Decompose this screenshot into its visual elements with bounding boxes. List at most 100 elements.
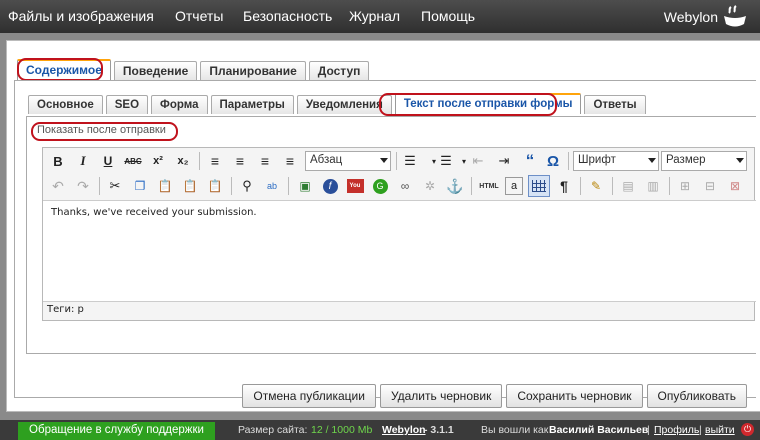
toolbar-separator [612,177,613,195]
toolbar-row-2: ↶ ↷ ✂ ❐ 📋 📋 📋 ⚲ ab ▣ f You G ∞ ✲ ⚓ HTML … [43,174,756,198]
tab-basic[interactable]: Основное [28,95,103,114]
menu-security[interactable]: Безопасность [243,8,332,24]
delete-draft-button[interactable]: Удалить черновик [379,384,503,408]
align-left-icon[interactable]: ≡ [205,151,225,171]
undo-icon[interactable]: ↶ [48,176,68,196]
insert-row-icon[interactable]: ⊞ [675,176,695,196]
footer-separator: | [647,424,650,436]
outdent-icon[interactable]: ⇤ [468,151,488,171]
blockquote-icon[interactable]: “ [520,151,540,171]
menu-reports[interactable]: Отчеты [175,8,223,24]
font-select[interactable]: Шрифт [573,151,659,171]
cut-icon[interactable]: ✂ [105,176,125,196]
paste-text-icon[interactable]: 📋 [180,176,200,196]
top-menu-bar: Файлы и изображения Отчеты Безопасность … [0,0,760,33]
toolbar-separator [471,177,472,195]
italic-icon[interactable]: I [73,151,93,171]
tab-form[interactable]: Форма [151,95,208,114]
power-icon[interactable]: ⏻ [741,423,754,436]
bullet-list-icon[interactable]: ☰ [400,151,420,171]
show-blocks-icon[interactable]: ¶ [554,176,574,196]
toolbar-row-1: B I U ABC x² x₂ ≡ ≡ ≡ ≡ Абзац ☰ ▾ ☰ ▾ ⇤ … [43,149,756,173]
link-icon[interactable]: ∞ [395,176,415,196]
toolbar-separator [580,177,581,195]
toolbar-separator [99,177,100,195]
paste-word-icon[interactable]: 📋 [205,176,225,196]
profile-link[interactable]: Профиль [654,424,699,436]
replace-icon[interactable]: ab [262,176,282,196]
spellcheck-icon[interactable]: a [505,177,523,195]
numbered-list-icon[interactable]: ☰ [436,151,456,171]
embed-media-icon[interactable]: G [370,176,390,196]
delete-row-icon[interactable]: ⊠ [725,176,745,196]
align-justify-icon[interactable]: ≡ [280,151,300,171]
paste-icon[interactable]: 📋 [155,176,175,196]
size-select[interactable]: Размер [661,151,747,171]
menu-files[interactable]: Файлы и изображения [8,8,154,24]
save-draft-button[interactable]: Сохранить черновик [506,384,643,408]
unpublish-button[interactable]: Отмена публикации [242,384,376,408]
format-select-value: Абзац [310,154,343,166]
image-icon[interactable]: ▣ [295,176,315,196]
editor-path-bar: Теги: p [47,304,84,315]
logout-link[interactable]: выйти [705,424,735,436]
redo-icon[interactable]: ↷ [73,176,93,196]
table-icon[interactable] [528,175,550,197]
format-select[interactable]: Абзац [305,151,391,171]
action-buttons: Отмена публикации Удалить черновик Сохра… [242,384,747,408]
editor-content-area[interactable]: Thanks, we've received your submission. [43,200,756,302]
underline-icon[interactable]: U [98,151,118,171]
toolbar-separator [669,177,670,195]
find-icon[interactable]: ⚲ [237,176,257,196]
logged-in-label: Вы вошли как [481,424,549,436]
toolbar-separator [199,152,200,170]
toolbar-separator [568,152,569,170]
highlight-ring [17,58,103,81]
strikethrough-icon[interactable]: ABC [123,151,143,171]
font-select-value: Шрифт [578,154,616,166]
tab-planning[interactable]: Планирование [200,61,306,80]
webylon-link[interactable]: Webylon [382,424,426,436]
tab-parameters[interactable]: Параметры [210,95,294,114]
edit-icon[interactable]: ✎ [586,176,606,196]
toolbar-separator [396,152,397,170]
toolbar-separator [288,177,289,195]
toolbar-separator [231,177,232,195]
tab-behavior[interactable]: Поведение [113,61,198,80]
highlight-ring [31,122,178,141]
tab-notifications[interactable]: Уведомления [296,95,392,114]
publish-button[interactable]: Опубликовать [646,384,747,408]
insert-column-icon[interactable]: ⊟ [700,176,720,196]
copy-icon[interactable]: ❐ [130,176,150,196]
menu-journal[interactable]: Журнал [349,8,400,24]
html-source-icon[interactable]: HTML [477,176,501,196]
anchor-icon[interactable]: ⚓ [445,176,465,196]
unlink-icon[interactable]: ✲ [420,176,440,196]
editor-text: Thanks, we've received your submission. [51,207,257,218]
align-center-icon[interactable]: ≡ [230,151,250,171]
align-right-icon[interactable]: ≡ [255,151,275,171]
size-select-value: Размер [666,154,706,166]
brand-logo: Webylon [664,4,748,30]
html-editor: B I U ABC x² x₂ ≡ ≡ ≡ ≡ Абзац ☰ ▾ ☰ ▾ ⇤ … [42,147,756,321]
site-size-label: Размер сайта: [238,424,308,436]
support-button[interactable]: Обращение в службу поддержки [18,422,215,440]
special-char-icon[interactable]: Ω [543,151,563,171]
superscript-icon[interactable]: x² [148,151,168,171]
version-text: - 3.1.1 [424,424,454,436]
table-row-icon[interactable]: ▤ [618,176,638,196]
table-cell-icon[interactable]: ▥ [643,176,663,196]
menu-help[interactable]: Помощь [421,8,475,24]
tab-answers[interactable]: Ответы [584,95,646,114]
bold-icon[interactable]: B [48,151,68,171]
youtube-icon[interactable]: You [345,176,365,196]
highlight-ring [379,93,557,116]
chevron-down-icon [380,158,388,163]
flash-icon[interactable]: f [320,176,340,196]
tab-access[interactable]: Доступ [308,61,370,80]
indent-icon[interactable]: ⇥ [494,151,514,171]
subscript-icon[interactable]: x₂ [173,151,193,171]
user-name: Василий Васильев [549,424,649,436]
tab-seo[interactable]: SEO [105,95,149,114]
chevron-down-icon [736,158,744,163]
